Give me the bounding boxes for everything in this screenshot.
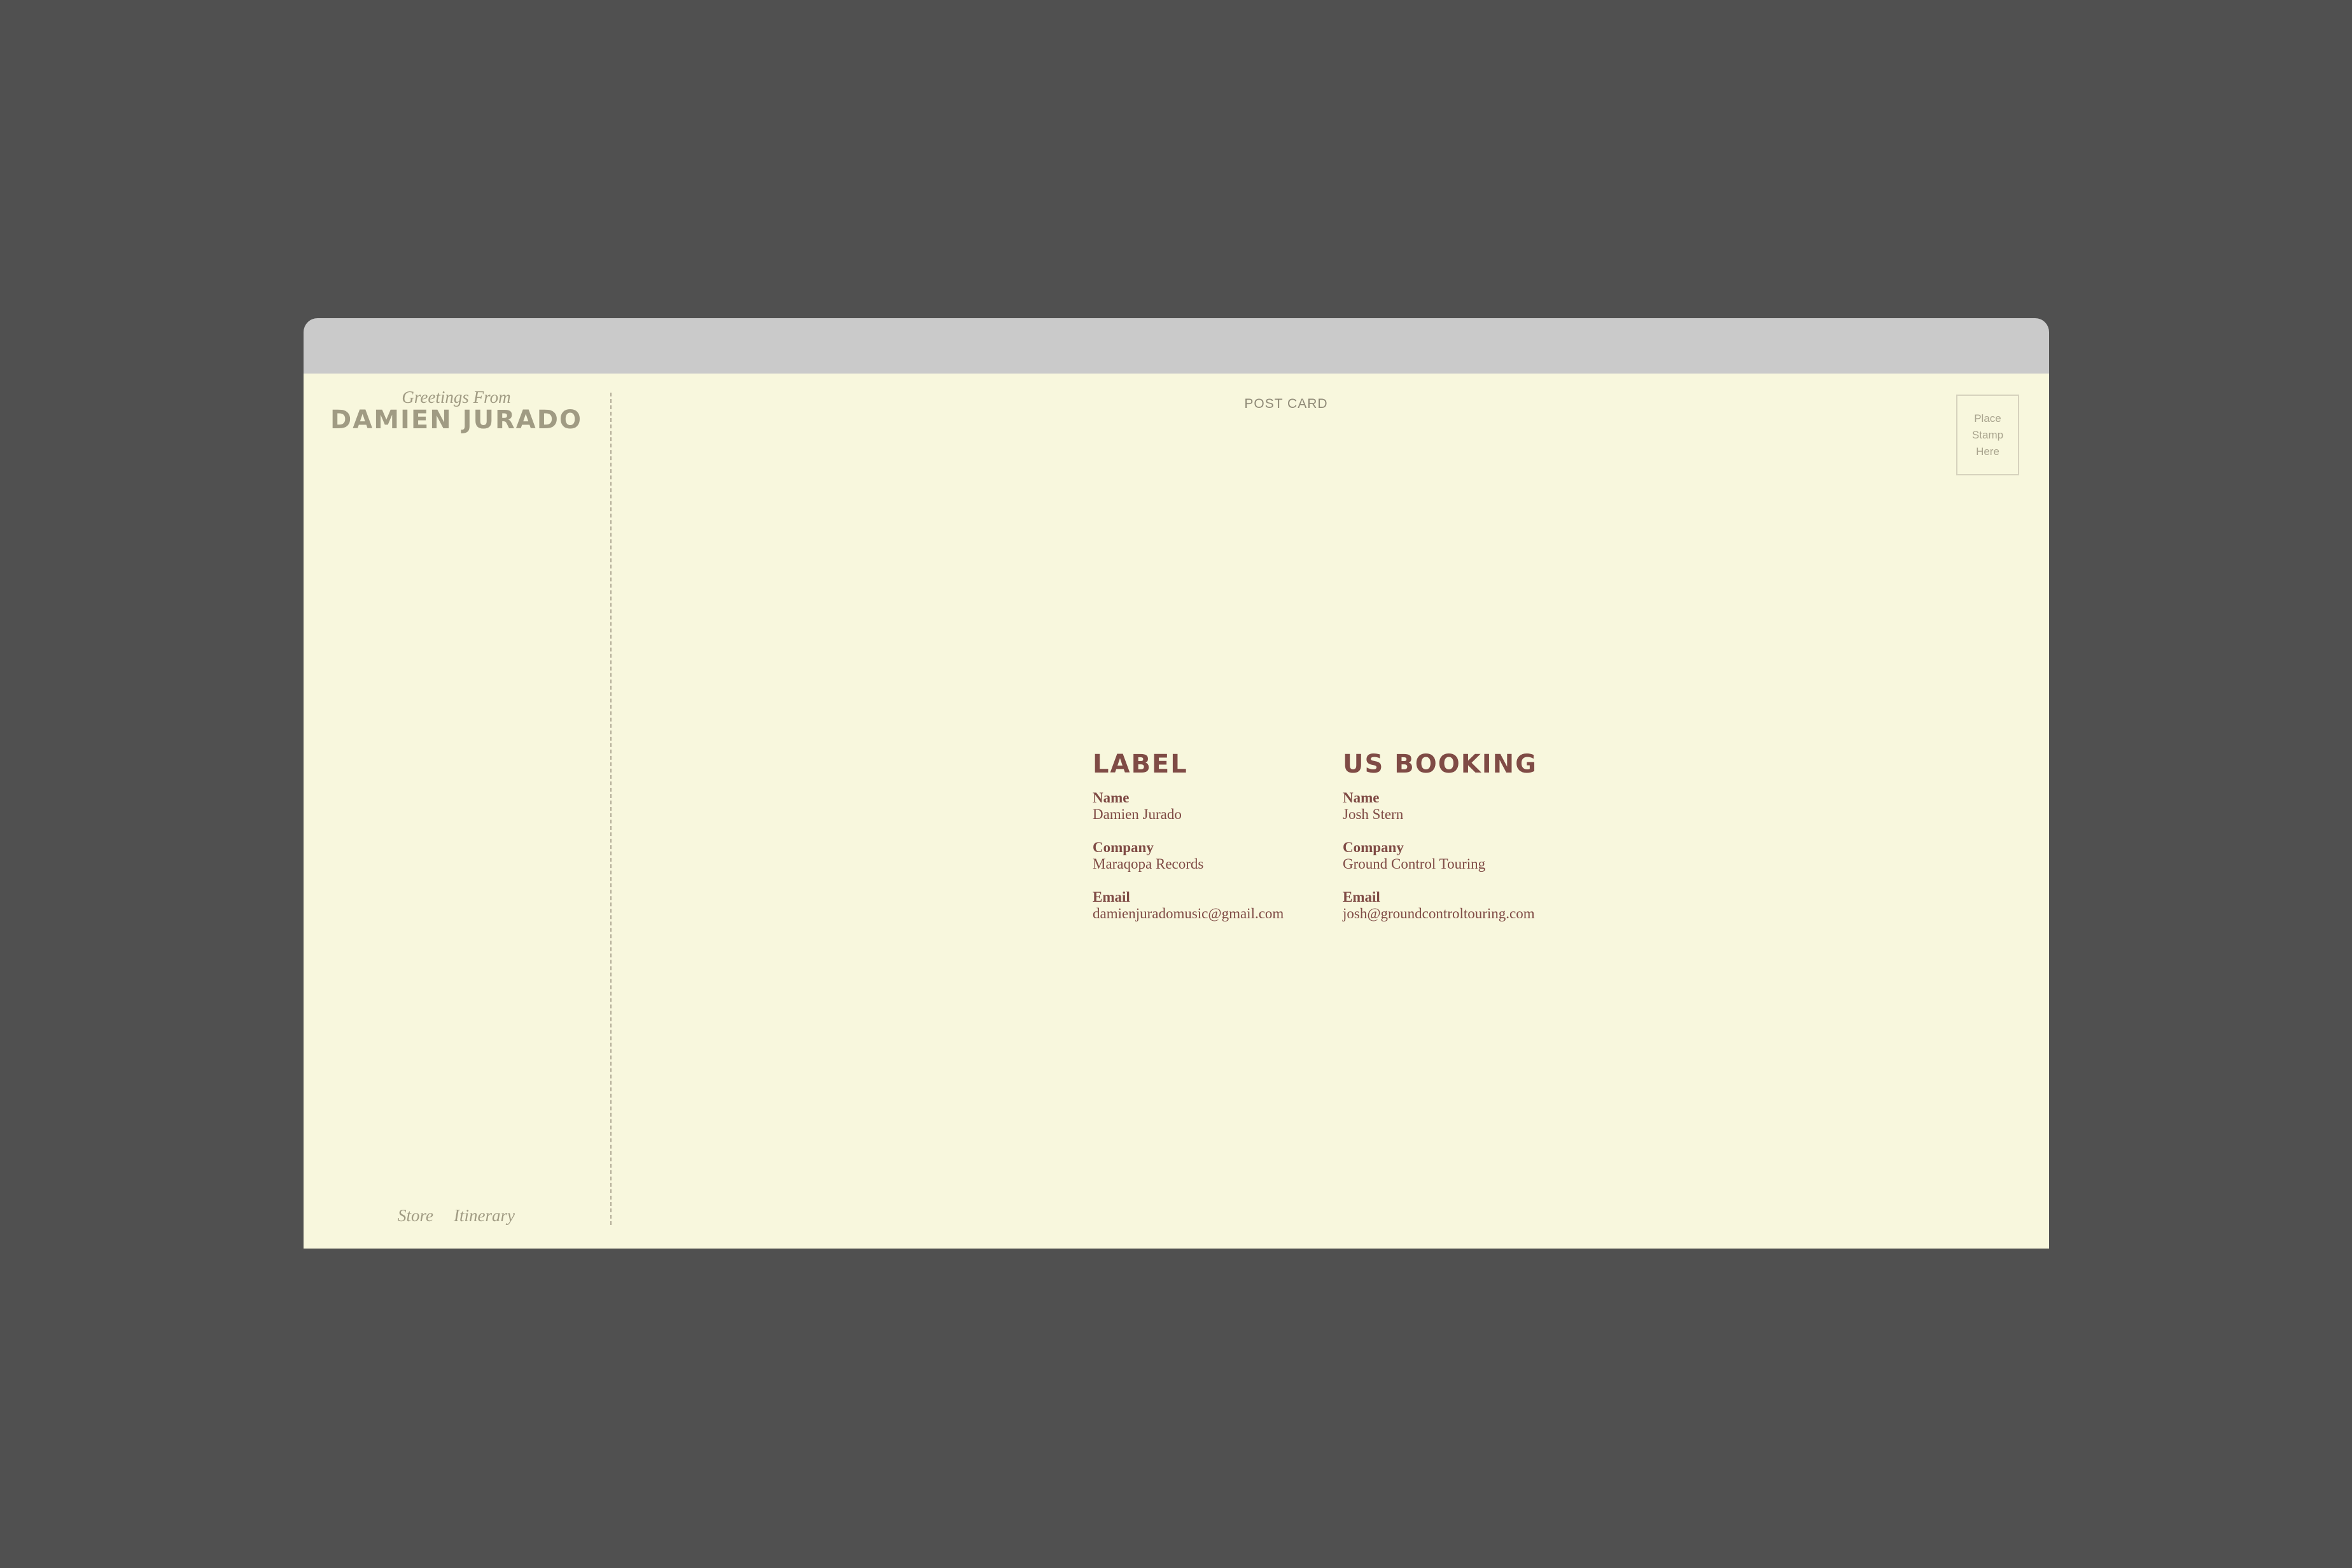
contact-field-email: Email damienjuradomusic@gmail.com <box>1093 889 1322 922</box>
postcard: Greetings From DAMIEN JURADO Store Itiner… <box>304 374 2049 1249</box>
field-label: Company <box>1343 839 1404 855</box>
browser-window: Greetings From DAMIEN JURADO Store Itiner… <box>304 318 2049 1249</box>
nav-link-store[interactable]: Store <box>398 1206 433 1226</box>
email-link[interactable]: josh@groundcontroltouring.com <box>1343 906 1597 922</box>
contact-section-label: LABEL Name Damien Jurado Company Maraqop… <box>1093 748 1322 939</box>
postcard-header-label: POST CARD <box>1244 396 1328 411</box>
stamp-text: Place Stamp Here <box>1971 412 2004 458</box>
field-label: Email <box>1093 889 1130 905</box>
field-value: Josh Stern <box>1343 806 1404 822</box>
field-value: Maraqopa Records <box>1093 856 1204 872</box>
contact-field-name: Name Josh Stern <box>1343 790 1597 823</box>
field-label: Company <box>1093 839 1154 855</box>
sidebar-nav: Store Itinerary <box>304 1206 609 1226</box>
contact-field-company: Company Maraqopa Records <box>1093 839 1322 872</box>
contact-field-name: Name Damien Jurado <box>1093 790 1322 823</box>
artist-name-logo[interactable]: DAMIEN JURADO <box>304 405 609 435</box>
contact-section-us-booking: US BOOKING Name Josh Stern Company Groun… <box>1343 748 1597 939</box>
field-value: Damien Jurado <box>1093 806 1182 822</box>
field-value: Ground Control Touring <box>1343 856 1486 872</box>
field-label: Email <box>1343 889 1380 905</box>
section-title: LABEL <box>1093 750 1188 779</box>
postcard-divider <box>610 393 612 1225</box>
stamp-box: Place Stamp Here <box>1956 395 2019 475</box>
contact-field-company: Company Ground Control Touring <box>1343 839 1597 872</box>
field-label: Name <box>1343 790 1380 806</box>
section-title: US BOOKING <box>1343 750 1537 779</box>
greeting-text: Greetings From <box>402 388 511 407</box>
field-label: Name <box>1093 790 1130 806</box>
window-title-bar <box>304 318 2049 374</box>
nav-link-itinerary[interactable]: Itinerary <box>454 1206 515 1226</box>
email-link[interactable]: damienjuradomusic@gmail.com <box>1093 906 1322 922</box>
contact-field-email: Email josh@groundcontroltouring.com <box>1343 889 1597 922</box>
